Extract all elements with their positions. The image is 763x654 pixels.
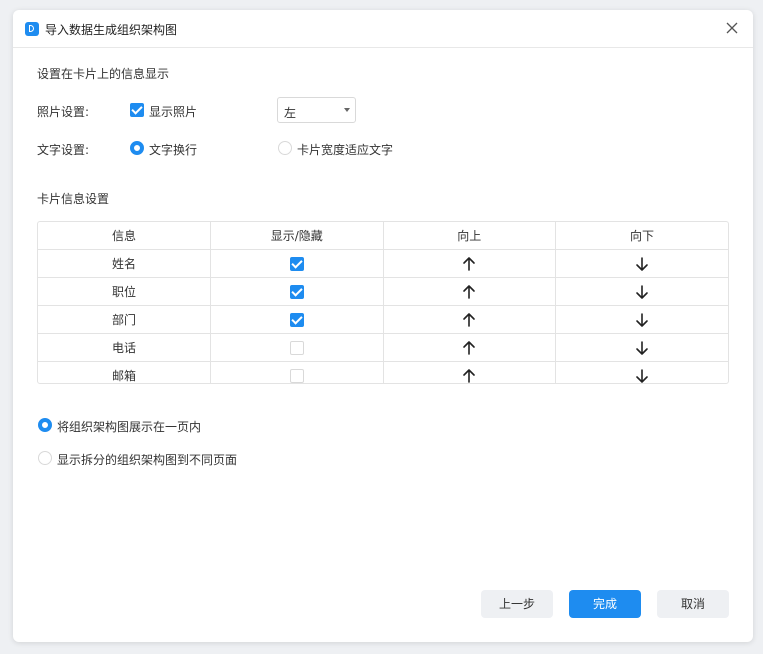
arrow-up-icon [462,368,476,383]
dialog-titlebar: 导入数据生成组织架构图 [13,10,753,48]
row-field-name: 邮箱 [38,361,211,383]
row-move-down-button[interactable] [555,305,728,334]
arrow-down-icon [635,312,649,327]
row-visibility-checkbox[interactable] [289,284,304,299]
photo-position-select[interactable]: 左 [277,97,356,123]
arrow-up-icon [462,312,476,327]
card-info-section-title: 卡片信息设置 [37,192,110,206]
row-visibility-cell [210,249,384,278]
row-field-name: 姓名 [38,249,211,278]
row-move-up-button[interactable] [383,361,556,383]
text-wrap-radio[interactable] [130,141,144,155]
row-field-name: 电话 [38,333,211,362]
fit-width-label: 卡片宽度适应文字 [297,143,394,157]
arrow-up-icon [462,256,476,271]
row-move-down-button[interactable] [555,333,728,362]
row-move-down-button[interactable] [555,277,728,306]
row-move-up-button[interactable] [383,333,556,362]
row-move-up-button[interactable] [383,249,556,278]
show-photo-label: 显示照片 [149,105,198,119]
row-visibility-checkbox[interactable] [289,340,304,355]
row-visibility-checkbox[interactable] [289,256,304,271]
row-visibility-cell [210,333,384,362]
split-pages-label: 显示拆分的组织架构图到不同页面 [57,453,238,467]
column-header-up: 向上 [383,222,556,250]
table-row: 姓名 [38,249,728,278]
single-page-label: 将组织架构图展示在一页内 [57,420,202,434]
single-page-radio[interactable] [38,418,52,432]
prev-step-button[interactable]: 上一步 [481,590,553,618]
row-visibility-checkbox[interactable] [289,368,304,383]
fit-width-radio[interactable] [278,141,292,155]
arrow-up-icon [462,340,476,355]
column-header-info: 信息 [38,222,211,250]
row-visibility-cell [210,361,384,383]
row-visibility-checkbox[interactable] [289,312,304,327]
table-row: 职位 [38,277,728,306]
finish-button[interactable]: 完成 [569,590,641,618]
card-display-section-title: 设置在卡片上的信息显示 [37,67,170,81]
row-visibility-cell [210,277,384,306]
text-wrap-label: 文字换行 [149,143,198,157]
column-header-down: 向下 [555,222,728,250]
photo-position-value: 左 [284,106,297,120]
arrow-down-icon [635,340,649,355]
dialog: 导入数据生成组织架构图 设置在卡片上的信息显示 照片设置: 显示照片 左 文字设… [13,10,753,642]
row-move-down-button[interactable] [555,249,728,278]
table-header-row: 信息 显示/隐藏 向上 向下 [38,222,728,250]
row-visibility-cell [210,305,384,334]
close-button[interactable] [723,19,741,37]
row-move-up-button[interactable] [383,305,556,334]
chevron-down-icon [344,108,350,112]
cancel-button[interactable]: 取消 [657,590,729,618]
dialog-title: 导入数据生成组织架构图 [45,23,178,37]
column-header-visibility: 显示/隐藏 [210,222,384,250]
row-field-name: 部门 [38,305,211,334]
card-info-table: 信息 显示/隐藏 向上 向下 姓名 职位 部门 电话 邮箱 [37,221,729,384]
table-row: 邮箱 [38,361,729,384]
arrow-down-icon [635,368,649,383]
table-row: 部门 [38,305,728,334]
app-logo-icon [25,22,39,36]
arrow-down-icon [635,256,649,271]
row-field-name: 职位 [38,277,211,306]
photo-setting-label: 照片设置: [37,105,90,119]
text-setting-label: 文字设置: [37,143,90,157]
row-move-down-button[interactable] [556,362,729,384]
row-move-up-button[interactable] [383,277,556,306]
split-pages-radio[interactable] [38,451,52,465]
arrow-up-icon [462,284,476,299]
show-photo-checkbox[interactable] [130,103,144,117]
close-icon [726,22,738,34]
arrow-down-icon [635,284,649,299]
table-row: 电话 [38,333,728,362]
